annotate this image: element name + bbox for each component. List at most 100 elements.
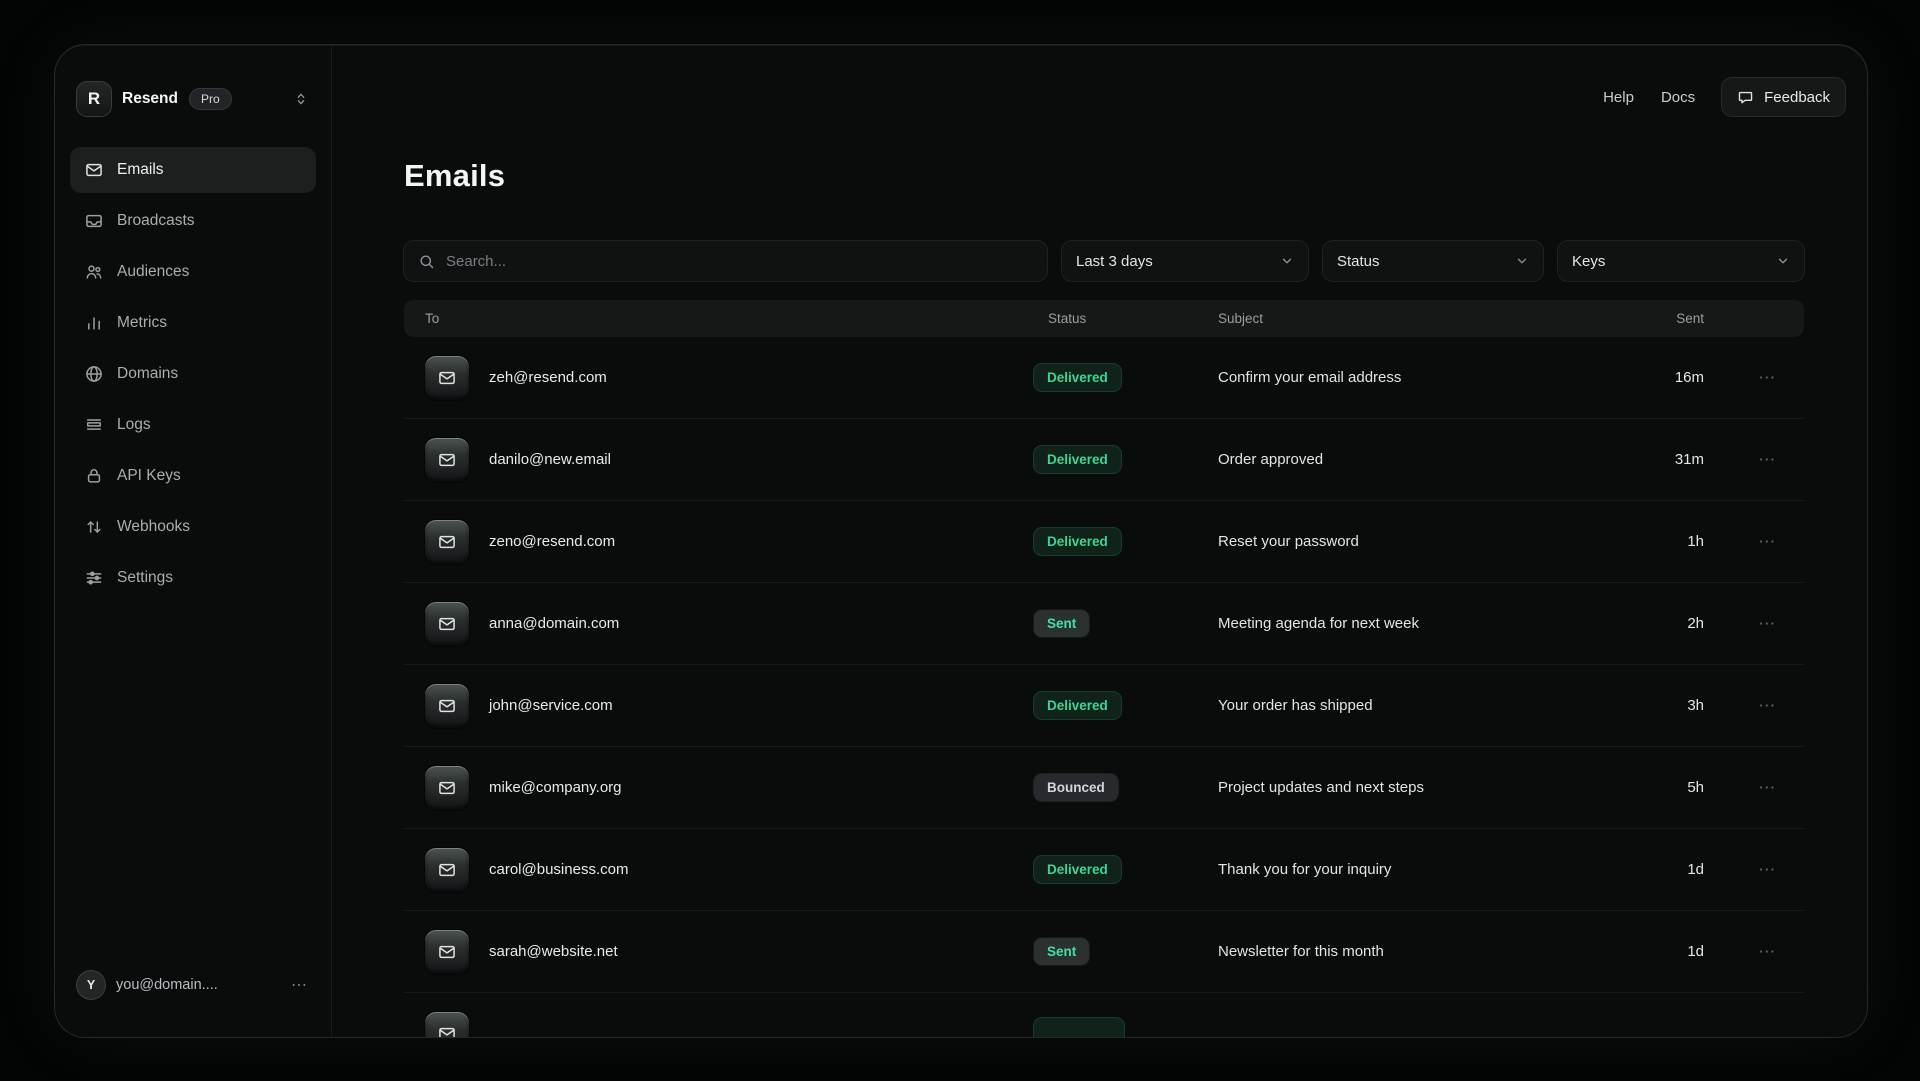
- sidebar-item-broadcasts[interactable]: Broadcasts: [71, 199, 315, 243]
- envelope-tile-icon: [425, 848, 469, 892]
- table-row[interactable]: zeh@resend.com Delivered Confirm your em…: [404, 337, 1804, 419]
- sent-time: 1h: [1636, 533, 1732, 550]
- status-badge: Delivered: [1034, 692, 1121, 719]
- email-subject: Newsletter for this month: [1204, 943, 1636, 960]
- envelope-tile-icon: [425, 356, 469, 400]
- email-subject: Meeting agenda for next week: [1204, 615, 1636, 632]
- row-menu-button[interactable]: ⋯: [1732, 368, 1804, 388]
- row-menu-button[interactable]: ⋯: [1732, 942, 1804, 962]
- status-badge: Delivered: [1034, 446, 1121, 473]
- table-header: To Status Subject Sent: [404, 300, 1804, 337]
- bar-chart-icon: [84, 313, 104, 333]
- date-range-dropdown[interactable]: Last 3 days: [1062, 241, 1308, 281]
- sent-time: 2h: [1636, 615, 1732, 632]
- keys-value: Keys: [1572, 253, 1605, 270]
- envelope-tile-icon: [425, 438, 469, 482]
- sidebar-item-api-keys[interactable]: API Keys: [71, 454, 315, 498]
- table-row[interactable]: mike@company.org Bounced Project updates…: [404, 747, 1804, 829]
- email-subject: Order approved: [1204, 451, 1636, 468]
- recipient-email: danilo@new.email: [489, 451, 611, 468]
- status-badge: Delivered: [1034, 528, 1121, 555]
- email-subject: Confirm your email address: [1204, 369, 1636, 386]
- recipient-email: john@service.com: [489, 697, 613, 714]
- content: Emails Last 3 days Status: [332, 45, 1867, 1037]
- lock-icon: [84, 466, 104, 486]
- page-title: Emails: [404, 157, 1804, 195]
- row-menu-button[interactable]: ⋯: [1732, 532, 1804, 552]
- status-badge: Delivered: [1034, 364, 1121, 391]
- feedback-bubble-icon: [1737, 89, 1754, 106]
- date-range-value: Last 3 days: [1076, 253, 1153, 270]
- status-value: Status: [1337, 253, 1380, 270]
- users-icon: [84, 262, 104, 282]
- row-menu-button[interactable]: ⋯: [1732, 778, 1804, 798]
- help-link[interactable]: Help: [1603, 89, 1634, 106]
- table-row[interactable]: carol@business.com Delivered Thank you f…: [404, 829, 1804, 911]
- chevrons-up-down-icon[interactable]: [293, 91, 309, 107]
- sidebar: R Resend Pro Emails Broadcasts Audiences…: [55, 45, 332, 1037]
- envelope-icon: [84, 160, 104, 180]
- table-row[interactable]: zeno@resend.com Delivered Reset your pas…: [404, 501, 1804, 583]
- user-account[interactable]: Y you@domain.... ⋯: [71, 971, 315, 999]
- sent-time: 31m: [1636, 451, 1732, 468]
- sidebar-item-audiences[interactable]: Audiences: [71, 250, 315, 294]
- sent-time: 1d: [1636, 943, 1732, 960]
- recipient-email: sarah@website.net: [489, 943, 618, 960]
- envelope-tile-icon: [425, 1012, 469, 1038]
- inbox-icon: [84, 211, 104, 231]
- search-input[interactable]: [446, 253, 1033, 270]
- recipient-email: zeno@resend.com: [489, 533, 615, 550]
- sidebar-item-label: Logs: [117, 416, 151, 434]
- app-window: R Resend Pro Emails Broadcasts Audiences…: [55, 45, 1867, 1037]
- sent-time: 3h: [1636, 697, 1732, 714]
- feedback-button[interactable]: Feedback: [1722, 78, 1845, 116]
- resend-logo: R: [77, 82, 111, 116]
- row-menu-button[interactable]: ⋯: [1732, 614, 1804, 634]
- logs-icon: [84, 415, 104, 435]
- sidebar-item-webhooks[interactable]: Webhooks: [71, 505, 315, 549]
- status-dropdown[interactable]: Status: [1323, 241, 1543, 281]
- table-row[interactable]: john@service.com Delivered Your order ha…: [404, 665, 1804, 747]
- column-header-subject: Subject: [1204, 311, 1636, 326]
- sidebar-item-label: Settings: [117, 569, 173, 587]
- row-menu-button[interactable]: ⋯: [1732, 696, 1804, 716]
- sidebar-item-logs[interactable]: Logs: [71, 403, 315, 447]
- sent-time: 1d: [1636, 861, 1732, 878]
- email-subject: Thank you for your inquiry: [1204, 861, 1636, 878]
- email-subject: Reset your password: [1204, 533, 1636, 550]
- status-badge: Sent: [1034, 610, 1089, 637]
- status-badge: Sent: [1034, 938, 1089, 965]
- filters-row: Last 3 days Status Keys: [404, 241, 1804, 281]
- docs-link[interactable]: Docs: [1661, 89, 1695, 106]
- sidebar-item-settings[interactable]: Settings: [71, 556, 315, 600]
- feedback-label: Feedback: [1764, 89, 1830, 106]
- table-row[interactable]: [404, 993, 1804, 1037]
- table-row[interactable]: sarah@website.net Sent Newsletter for th…: [404, 911, 1804, 993]
- row-menu-button[interactable]: ⋯: [1732, 860, 1804, 880]
- sidebar-item-label: Emails: [117, 161, 164, 179]
- status-badge: [1034, 1018, 1124, 1038]
- avatar: Y: [77, 971, 105, 999]
- main-area: Help Docs Feedback Emails Last 3 da: [332, 45, 1867, 1037]
- recipient-email: carol@business.com: [489, 861, 628, 878]
- table-row[interactable]: anna@domain.com Sent Meeting agenda for …: [404, 583, 1804, 665]
- table-row[interactable]: danilo@new.email Delivered Order approve…: [404, 419, 1804, 501]
- topbar: Help Docs Feedback: [1603, 78, 1845, 116]
- sidebar-item-emails[interactable]: Emails: [71, 148, 315, 192]
- sidebar-item-label: Audiences: [117, 263, 189, 281]
- chevron-down-icon: [1280, 254, 1294, 268]
- sidebar-item-metrics[interactable]: Metrics: [71, 301, 315, 345]
- chevron-down-icon: [1515, 254, 1529, 268]
- search-box[interactable]: [404, 241, 1047, 281]
- chevron-down-icon: [1776, 254, 1790, 268]
- envelope-tile-icon: [425, 602, 469, 646]
- row-menu-button[interactable]: ⋯: [1732, 450, 1804, 470]
- status-badge: Delivered: [1034, 856, 1121, 883]
- sidebar-item-domains[interactable]: Domains: [71, 352, 315, 396]
- sidebar-item-label: Webhooks: [117, 518, 190, 536]
- arrows-up-down-icon: [84, 517, 104, 537]
- workspace-switcher[interactable]: R Resend Pro: [71, 82, 315, 116]
- user-menu-button[interactable]: ⋯: [291, 975, 309, 995]
- keys-dropdown[interactable]: Keys: [1558, 241, 1804, 281]
- status-badge: Bounced: [1034, 774, 1118, 801]
